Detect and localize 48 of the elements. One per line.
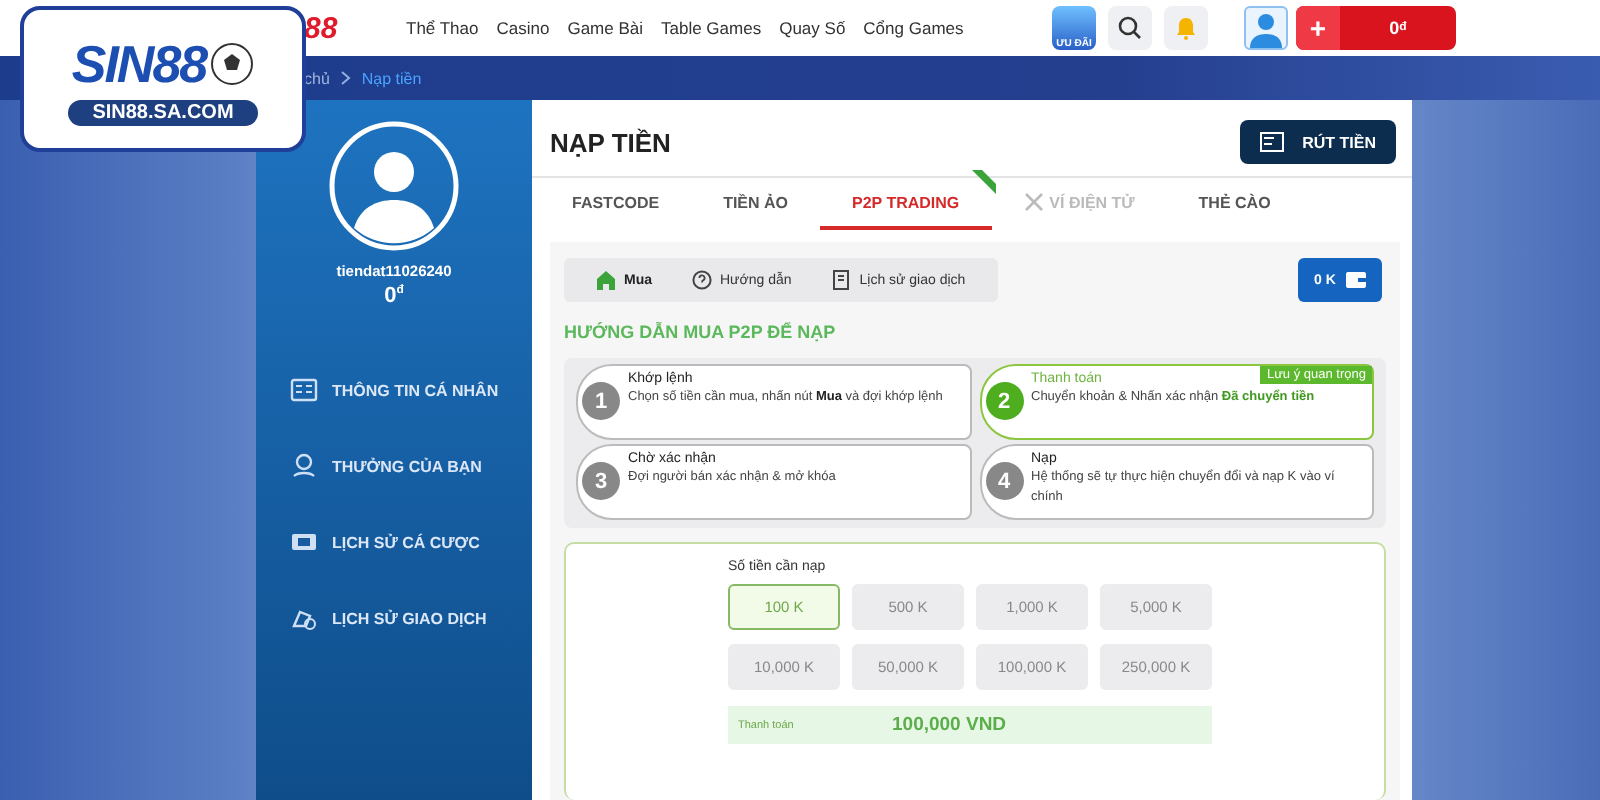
new-ribbon-icon — [967, 170, 996, 194]
step-number: 4 — [985, 462, 1023, 500]
ticket-icon — [290, 528, 318, 556]
logo-domain: SIN88.SA.COM — [68, 99, 258, 125]
nav-link[interactable]: Table Games — [661, 18, 762, 38]
tools-icon — [1023, 192, 1044, 212]
nav-link[interactable]: Quay Số — [779, 18, 846, 38]
user-icon — [1250, 12, 1282, 48]
step-number: 3 — [582, 462, 620, 500]
receipt-icon — [831, 270, 852, 290]
balance-text: 0$^{đ}$ — [1387, 16, 1409, 42]
tab[interactable]: TIỀN ẢO — [691, 178, 821, 230]
logo-wordmark: SIN88 — [71, 33, 207, 95]
step-number: 1 — [582, 382, 620, 420]
nav-link[interactable]: Game Bài — [567, 18, 643, 38]
sidebar-item[interactable]: THƯỞNG CỦA BẠN — [256, 428, 532, 504]
id-card-icon — [290, 376, 318, 404]
tab[interactable]: P2P TRADING — [820, 178, 992, 230]
header-logo[interactable]: 88 — [304, 11, 384, 45]
chevron-right-icon — [339, 70, 352, 86]
site-logo[interactable]: SIN88 SIN88.SA.COM — [20, 6, 306, 152]
step-number: 2 — [985, 382, 1023, 420]
sidebar-item[interactable]: LỊCH SỬ CÁ CƯỢC — [256, 504, 532, 580]
nav-link[interactable]: Casino — [496, 18, 550, 38]
home-icon — [596, 270, 616, 290]
avatar-icon — [328, 120, 460, 252]
search-button[interactable] — [1108, 6, 1152, 50]
bell-icon — [1174, 16, 1198, 40]
payment-amount: 100,000 VND — [892, 714, 1007, 736]
nav-link[interactable]: Cổng Games — [863, 18, 964, 38]
guide-title: HƯỚNG DẪN MUA P2P ĐỂ NẠP — [564, 322, 838, 342]
receipt-icon — [1260, 132, 1285, 152]
sidebar-item[interactable]: LỊCH SỬ GIAO DỊCH — [256, 580, 532, 656]
account-button[interactable] — [1244, 6, 1288, 50]
tab[interactable]: FASTCODE — [540, 178, 692, 230]
withdraw-button[interactable]: RÚT TIỀN — [1240, 120, 1396, 164]
breadcrumb-link[interactable]: Nạp tiền — [361, 69, 422, 87]
user-balance: 0$^{đ}$ — [384, 284, 404, 308]
ball-icon — [210, 42, 255, 86]
search-icon — [1118, 16, 1142, 40]
question-circle-icon — [692, 270, 712, 290]
deposit-plus-button[interactable]: + — [1296, 6, 1340, 50]
wallet-icon — [1345, 272, 1366, 288]
page-title: NẠP TIỀN — [550, 127, 671, 157]
sidebar-item[interactable]: THÔNG TIN CÁ NHÂN — [256, 352, 532, 428]
notification-button[interactable] — [1164, 6, 1208, 50]
nav-link[interactable]: Thể Thao — [406, 18, 479, 38]
tab[interactable]: THẺ CÀO — [1166, 178, 1303, 230]
